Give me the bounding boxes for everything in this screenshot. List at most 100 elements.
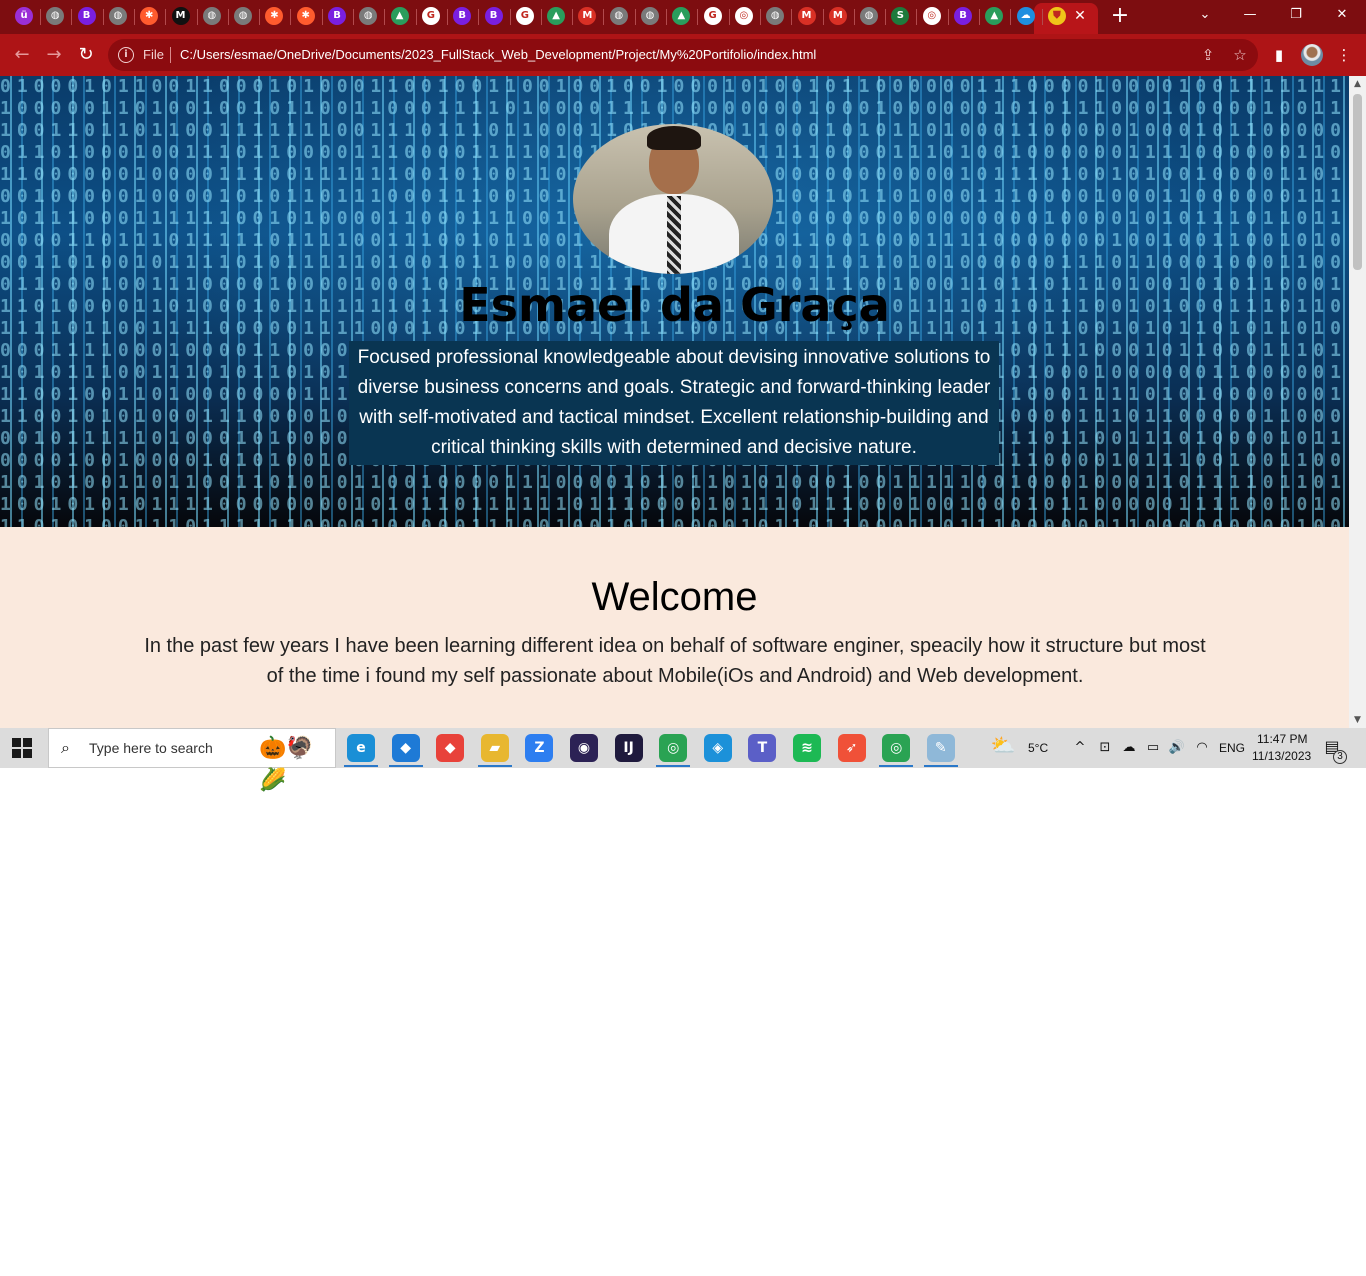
- tab-search-chevron-icon[interactable]: ⌄: [1185, 4, 1225, 26]
- scroll-down-arrow-icon[interactable]: ▼: [1349, 712, 1366, 728]
- profile-avatar[interactable]: [1301, 44, 1323, 66]
- scheme-label: File: [143, 47, 164, 62]
- docker-icon[interactable]: ◈: [703, 734, 732, 762]
- address-bar[interactable]: i File C:/Users/esmae/OneDrive/Documents…: [108, 39, 1258, 71]
- bootstrap-icon[interactable]: B: [954, 7, 972, 25]
- close-tab-icon[interactable]: ✕: [1071, 7, 1089, 25]
- close-window-button[interactable]: ✕: [1322, 4, 1362, 26]
- drive-icon[interactable]: ▲: [547, 7, 566, 25]
- side-panel-icon[interactable]: ▮: [1267, 43, 1291, 67]
- restore-button[interactable]: ❐: [1276, 4, 1316, 26]
- tab-divider: [1041, 9, 1043, 25]
- swift-icon[interactable]: ➶: [837, 734, 866, 762]
- wifi-icon[interactable]: ◠: [1193, 739, 1211, 757]
- weather-temperature[interactable]: 5°C: [1028, 741, 1048, 755]
- google-icon[interactable]: G: [515, 7, 534, 25]
- globe-icon[interactable]: ◍: [766, 7, 785, 25]
- tab-divider: [259, 9, 261, 25]
- battery-icon[interactable]: ▭: [1144, 739, 1162, 757]
- scroll-up-arrow-icon[interactable]: ▲: [1349, 76, 1366, 92]
- globe-icon[interactable]: ◍: [641, 7, 659, 25]
- eclipse-icon[interactable]: ◉: [570, 734, 598, 762]
- asterisk-icon[interactable]: ✱: [265, 7, 284, 25]
- gmail-icon[interactable]: M: [828, 7, 847, 25]
- drive-icon[interactable]: ▲: [672, 7, 691, 25]
- taskbar-search-box[interactable]: ⌕ Type here to search 🎃🦃🌽: [48, 728, 336, 793]
- scroll-thumb[interactable]: [1353, 94, 1362, 270]
- running-app-indicator: [923, 765, 958, 767]
- input-language[interactable]: ENG: [1219, 741, 1245, 755]
- intellij-icon[interactable]: IJ: [614, 734, 643, 762]
- globe-icon[interactable]: ◍: [46, 7, 65, 25]
- photo-hair: [647, 126, 701, 150]
- shield-icon[interactable]: ⛊: [1047, 7, 1066, 25]
- windows-start-icon[interactable]: [12, 738, 32, 758]
- drive-icon[interactable]: ▲: [390, 7, 409, 25]
- url-text[interactable]: C:/Users/esmae/OneDrive/Documents/2023_F…: [180, 47, 816, 62]
- search-highlight-thanksgiving-icon[interactable]: 🎃🦃🌽: [259, 733, 333, 793]
- welcome-section: Welcome In the past few years I have bee…: [0, 527, 1349, 728]
- chrome-icon[interactable]: ◎: [922, 7, 941, 25]
- back-button[interactable]: ←: [10, 43, 34, 67]
- tab-divider: [165, 9, 167, 25]
- google-icon[interactable]: G: [703, 7, 722, 25]
- volume-icon[interactable]: 🔊: [1168, 739, 1186, 757]
- gmail-icon[interactable]: M: [797, 7, 816, 25]
- tab-divider: [791, 9, 793, 25]
- running-app-indicator: [477, 765, 512, 767]
- bootstrap-icon[interactable]: B: [328, 7, 346, 25]
- chrome-icon[interactable]: ◎: [734, 7, 753, 25]
- bootstrap-icon[interactable]: B: [77, 7, 96, 25]
- tab-divider: [102, 9, 104, 25]
- medium-icon[interactable]: M: [171, 7, 190, 25]
- globe-icon[interactable]: ◍: [108, 7, 127, 25]
- asterisk-icon[interactable]: ✱: [140, 7, 159, 25]
- edge-icon[interactable]: e: [347, 734, 375, 762]
- tab-divider: [353, 9, 354, 25]
- running-app-indicator: [388, 765, 423, 767]
- google-icon[interactable]: G: [421, 7, 440, 25]
- tab-divider: [603, 9, 605, 25]
- page-scrollbar[interactable]: ▲ ▼: [1349, 76, 1366, 728]
- globe-icon[interactable]: ◍: [609, 7, 628, 25]
- paint-icon[interactable]: ✎: [926, 734, 955, 762]
- bootstrap-icon[interactable]: B: [453, 7, 472, 25]
- vscode-icon[interactable]: ◆: [391, 734, 420, 762]
- share-icon[interactable]: ⇪: [1198, 45, 1218, 65]
- clock-time[interactable]: 11:47 PM: [1257, 732, 1307, 746]
- notification-count-badge: 3: [1333, 750, 1347, 764]
- new-tab-button[interactable]: +: [1108, 4, 1132, 28]
- git-icon[interactable]: ◆: [436, 734, 465, 762]
- weather-icon[interactable]: ⛅: [989, 735, 1017, 755]
- browser-menu-icon[interactable]: ⋮: [1332, 43, 1356, 67]
- purple-u-icon[interactable]: ü: [15, 7, 33, 25]
- minimize-button[interactable]: —: [1230, 4, 1270, 26]
- bookmark-star-icon[interactable]: ☆: [1230, 45, 1250, 65]
- site-info-icon[interactable]: i: [118, 47, 134, 63]
- spotify-icon[interactable]: ≋: [793, 734, 821, 762]
- cloud-icon[interactable]: ☁: [1016, 7, 1035, 25]
- onedrive-icon[interactable]: ☁: [1120, 739, 1138, 757]
- tab-divider: [509, 9, 511, 25]
- chrome-icon[interactable]: ◎: [659, 734, 688, 762]
- bootstrap-icon[interactable]: B: [484, 7, 503, 25]
- zoom-icon[interactable]: Z: [525, 734, 554, 762]
- globe-icon[interactable]: ◍: [202, 7, 221, 25]
- globe-icon[interactable]: ◍: [860, 7, 879, 25]
- file-explorer-icon[interactable]: ▰: [480, 734, 509, 762]
- forward-button[interactable]: →: [42, 43, 66, 67]
- teams-icon[interactable]: T: [748, 734, 777, 762]
- clock-date[interactable]: 11/13/2023: [1252, 749, 1311, 763]
- address-divider: [170, 47, 171, 63]
- gmail-icon[interactable]: M: [578, 7, 597, 25]
- show-hidden-icons-chevron-icon[interactable]: ^: [1071, 739, 1089, 757]
- globe-icon[interactable]: ◍: [359, 7, 378, 25]
- globe-icon[interactable]: ◍: [234, 7, 253, 25]
- s-icon[interactable]: S: [891, 7, 910, 25]
- drive-icon[interactable]: ▲: [985, 7, 1004, 25]
- asterisk-icon[interactable]: ✱: [296, 7, 315, 25]
- chrome-profile-icon[interactable]: ◎: [882, 734, 911, 762]
- windows-taskbar: ⌕ Type here to search 🎃🦃🌽 ⛅ 5°C ^ ⊡ ☁ ▭ …: [0, 728, 1366, 793]
- reload-button[interactable]: ↻: [74, 43, 98, 67]
- meet-now-icon[interactable]: ⊡: [1096, 739, 1114, 757]
